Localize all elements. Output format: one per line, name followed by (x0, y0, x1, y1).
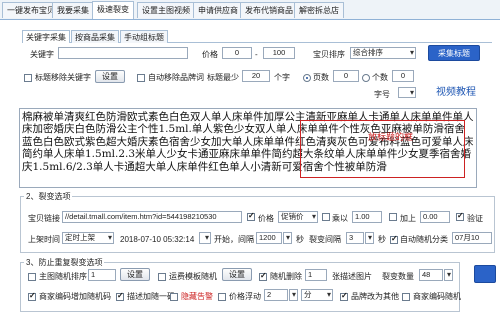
start-split-button[interactable] (474, 265, 496, 283)
plus-input[interactable]: 0.00 (420, 211, 450, 223)
main-random-label: 主图随机排序 (39, 272, 87, 281)
video-tutorial-link[interactable]: 视频教程 (436, 87, 476, 98)
tab-publish-proxy[interactable]: 发布代销商品 (240, 2, 298, 18)
subtab-manual-title[interactable]: 手动组标题 (120, 30, 168, 43)
pages-input[interactable]: 0 (333, 70, 359, 82)
verify-label: 验证 (467, 214, 483, 223)
font-size-select[interactable] (398, 87, 416, 98)
price-label: 价格 (202, 50, 218, 59)
sort-select[interactable]: 综合排序 (350, 47, 416, 59)
auto-remove-brand-label: 自动移除品牌词 (148, 73, 204, 82)
subtab-keyword-collect[interactable]: 关键字采集 (22, 30, 70, 43)
merchant-code-label: 商家编码增加随机码 (39, 292, 111, 301)
auto-remove-brand-checkbox[interactable] (137, 74, 145, 82)
tab-collect[interactable]: 我要采集 (52, 2, 94, 18)
pages-label: 页数 (313, 73, 329, 82)
split-count-input[interactable]: 48 (419, 269, 443, 281)
shelf-time-value[interactable]: 2018-07-10 05:32:14 (120, 234, 194, 245)
price-option-label: 价格 (258, 214, 274, 223)
auto-split-label: 自动随机分类 (400, 235, 448, 244)
subtab-product-collect[interactable]: 按商品采集 (71, 30, 119, 43)
shelf-time-picker[interactable] (199, 232, 211, 244)
price-float-label: 价格浮动 (229, 292, 261, 301)
min-title-label: 标题最少 (207, 73, 239, 82)
desc-code-label: 描述加随一码 (127, 292, 175, 301)
interval-spinner[interactable] (283, 232, 292, 244)
shelf-time-label: 上架时间 (28, 235, 60, 244)
keyword-input[interactable] (58, 47, 188, 59)
tab-main-video[interactable]: 设置主图视频 (137, 2, 195, 18)
interval-input[interactable]: 1200 (256, 232, 282, 244)
brand-other-label: 品牌改为其他 (351, 292, 399, 301)
tab-fast-split[interactable]: 极速裂变 (92, 1, 134, 19)
plus-checkbox[interactable] (389, 213, 397, 221)
min-title-input[interactable]: 20 (242, 70, 270, 82)
unit-select[interactable]: 分 (301, 289, 333, 301)
price-dash: - (255, 50, 258, 59)
tab-apply-supplier[interactable]: 申请供应商 (193, 2, 243, 18)
remove-keyword-checkbox[interactable] (24, 74, 32, 82)
start-interval-label: 开始，间隔 (214, 235, 254, 244)
merchant-random-label: 商家编码随机 (413, 292, 461, 301)
freight-random-label: 运费模板随机 (169, 272, 217, 281)
price-to-input[interactable]: 100 (263, 47, 295, 59)
merchant-random-checkbox[interactable] (402, 293, 410, 301)
seconds2-label: 秒 (378, 235, 386, 244)
anti-dup-title: 3、防止重复裂变选项 (24, 257, 105, 268)
chars-unit: 个字 (274, 73, 290, 82)
freight-setup-button[interactable]: 设置 (222, 268, 252, 281)
split-options-title: 2、裂变选项 (24, 191, 73, 202)
multiply-input[interactable]: 1.00 (352, 211, 382, 223)
annotation-box (300, 120, 465, 178)
remove-main-label: 张描述图片 (332, 272, 372, 281)
split-count-spinner[interactable] (444, 269, 453, 281)
multiply-checkbox[interactable] (322, 213, 330, 221)
main-random-checkbox[interactable] (28, 273, 36, 281)
annotation-label: 放标题的框 (368, 132, 414, 142)
count-radio[interactable] (362, 74, 370, 82)
main-random-input[interactable]: 1 (88, 269, 116, 281)
price-checkbox[interactable] (247, 211, 255, 221)
sort-label: 宝贝排序 (313, 50, 345, 59)
font-size-label: 字号 (374, 90, 390, 99)
item-url-label: 宝贝链接 (28, 214, 60, 223)
brand-other-checkbox[interactable] (340, 291, 348, 301)
item-url-input[interactable]: //detail.tmall.com/item.htm?id=544198210… (62, 211, 242, 223)
main-random-setup-button[interactable]: 设置 (120, 268, 150, 281)
price-float-spinner[interactable] (289, 289, 298, 301)
random-remove-input[interactable]: 1 (305, 269, 327, 281)
count-label: 个数 (372, 73, 388, 82)
seconds-label: 秒 (296, 235, 304, 244)
price-from-input[interactable]: 0 (222, 47, 252, 59)
tab-decrypt-store[interactable]: 解密拆总店 (294, 2, 344, 18)
hide-alert-checkbox[interactable] (170, 293, 178, 301)
split-time-input[interactable]: 07月10 (452, 232, 492, 244)
price-type-select[interactable]: 促销价 (278, 211, 318, 223)
multiply-label: 乘以 (332, 214, 348, 223)
collect-title-button[interactable]: 采集标题 (428, 45, 480, 61)
merchant-code-checkbox[interactable] (28, 291, 36, 301)
batch-interval-label: 裂变间隔 (309, 235, 341, 244)
split-count-label: 裂变数量 (382, 272, 414, 281)
hide-alert-label: 隐藏告警 (181, 292, 213, 301)
desc-code-checkbox[interactable] (116, 291, 124, 301)
plus-label: 加上 (400, 214, 416, 223)
auto-split-checkbox[interactable] (390, 234, 398, 244)
remove-keyword-label: 标题移除关键字 (35, 73, 91, 82)
price-float-checkbox[interactable] (218, 293, 226, 301)
random-remove-checkbox[interactable] (259, 271, 267, 281)
pages-radio[interactable] (303, 74, 311, 82)
random-remove-label: 随机删除 (270, 272, 302, 281)
count-input[interactable]: 0 (392, 70, 414, 82)
keyword-label: 关键字 (30, 50, 54, 59)
batch-interval-input[interactable]: 3 (346, 232, 364, 244)
shelf-mode-select[interactable]: 定时上架 (62, 232, 114, 244)
setup-button[interactable]: 设置 (95, 70, 125, 83)
verify-checkbox[interactable] (456, 211, 464, 221)
freight-random-checkbox[interactable] (158, 273, 166, 281)
price-float-input[interactable]: 2 (264, 289, 288, 301)
batch-interval-spinner[interactable] (365, 232, 374, 244)
